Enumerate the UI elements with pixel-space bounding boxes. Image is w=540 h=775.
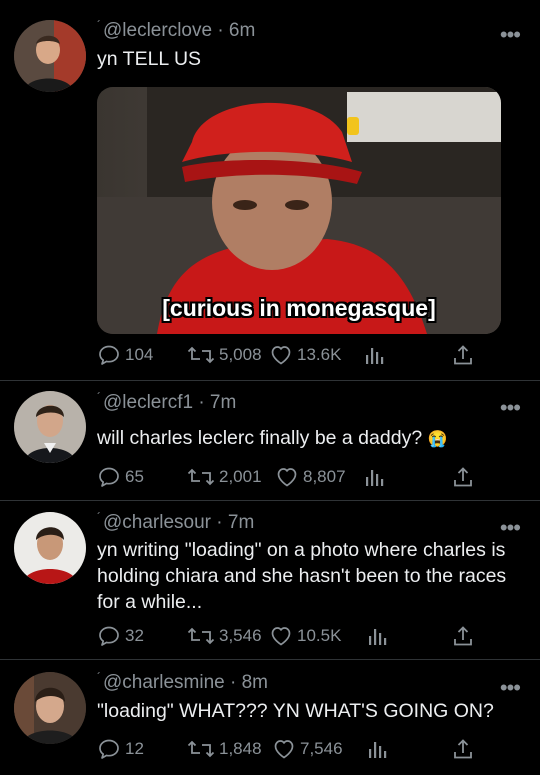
share-icon (451, 465, 475, 489)
tweet-text-content: will charles leclerc finally be a daddy? (97, 427, 423, 449)
analytics-icon (365, 624, 389, 648)
retweet-button[interactable]: 2,001 (187, 465, 262, 489)
share-icon (451, 624, 475, 648)
avatar[interactable] (14, 672, 86, 744)
timestamp[interactable]: · 7m (198, 392, 236, 413)
reply-count: 12 (125, 739, 144, 758)
like-button[interactable]: 7,546 (272, 737, 343, 761)
timestamp[interactable]: · 7m (216, 512, 254, 533)
tweet-text: will charles leclerc finally be a daddy?… (97, 425, 522, 453)
retweet-count: 3,546 (219, 626, 262, 645)
reply-icon (97, 343, 121, 367)
reply-button[interactable]: 104 (97, 343, 153, 367)
more-icon[interactable]: ••• (500, 677, 521, 699)
avatar-image (14, 672, 86, 744)
avatar-image (14, 512, 86, 584)
username[interactable]: @charlesour (103, 512, 211, 533)
analytics-button[interactable] (362, 343, 386, 367)
share-button[interactable] (451, 624, 475, 648)
retweet-icon (187, 737, 215, 761)
like-count: 10.5K (297, 626, 342, 645)
reply-icon (97, 624, 121, 648)
media-caption: [curious in monegasque] (162, 295, 436, 321)
retweet-icon (187, 343, 215, 367)
heart-icon (269, 624, 293, 648)
like-button[interactable]: 8,807 (275, 465, 346, 489)
avatar[interactable] (14, 20, 86, 92)
retweet-count: 1,848 (219, 739, 262, 758)
reply-button[interactable]: 65 (97, 465, 144, 489)
retweet-button[interactable]: 3,546 (187, 624, 262, 648)
tweet-text: yn TELL US (97, 48, 202, 70)
avatar[interactable] (14, 391, 86, 463)
retweet-count: 5,008 (219, 345, 262, 364)
username[interactable]: @leclercf1 (103, 392, 193, 413)
tweet-header: ´ @leclercf1 · 7m (97, 390, 237, 413)
tweet[interactable]: ´ @charlesmine · 8m ••• "loading" WHAT???… (0, 660, 540, 775)
analytics-icon (362, 465, 386, 489)
crying-emoji: 😭 (427, 431, 448, 448)
analytics-icon (365, 737, 389, 761)
share-button[interactable] (451, 737, 475, 761)
avatar-image (14, 391, 86, 463)
heart-icon (272, 737, 296, 761)
tweet-actions: 104 5,008 13.6K (97, 343, 497, 369)
heart-icon (275, 465, 299, 489)
timestamp[interactable]: · 6m (217, 20, 255, 41)
analytics-button[interactable] (362, 465, 386, 489)
username[interactable]: @leclerclove (103, 20, 212, 41)
tweet-actions: 65 2,001 8,807 (97, 465, 497, 491)
analytics-button[interactable] (365, 624, 389, 648)
analytics-button[interactable] (365, 737, 389, 761)
reply-button[interactable]: 12 (97, 737, 144, 761)
tweet[interactable]: ´ @leclercf1 · 7m ••• will charles lecler… (0, 381, 540, 501)
reply-count: 104 (125, 345, 154, 364)
tweet-header: ´ @charlesour · 7m (97, 510, 255, 533)
share-icon (451, 737, 475, 761)
retweet-icon (187, 624, 215, 648)
tweet[interactable]: ´ @charlesour · 7m ••• yn writing "loadin… (0, 501, 540, 660)
more-icon[interactable]: ••• (500, 397, 521, 419)
share-button[interactable] (451, 465, 475, 489)
like-button[interactable]: 10.5K (269, 624, 341, 648)
retweet-button[interactable]: 5,008 (187, 343, 262, 367)
more-icon[interactable]: ••• (500, 517, 521, 539)
like-count: 7,546 (300, 739, 343, 758)
avatar[interactable] (14, 512, 86, 584)
tweet-media[interactable]: [curious in monegasque] (97, 87, 501, 334)
reply-icon (97, 465, 121, 489)
tweet-actions: 12 1,848 7,546 (97, 737, 497, 763)
heart-icon (269, 343, 293, 367)
share-button[interactable] (451, 343, 475, 367)
tweet-text: "loading" WHAT??? YN WHAT'S GOING ON? (97, 700, 494, 722)
like-count: 13.6K (297, 345, 342, 364)
like-count: 8,807 (303, 467, 346, 486)
retweet-count: 2,001 (219, 467, 262, 486)
reply-count: 32 (125, 626, 144, 645)
retweet-button[interactable]: 1,848 (187, 737, 262, 761)
reply-button[interactable]: 32 (97, 624, 144, 648)
avatar-image (14, 20, 86, 92)
tweet-text: yn writing "loading" on a photo where ch… (97, 539, 507, 613)
username[interactable]: @charlesmine (103, 672, 225, 693)
more-icon[interactable]: ••• (500, 24, 521, 46)
tweet[interactable]: ´ @leclerclove · 6m ••• yn TELL US [curio (0, 0, 540, 381)
share-icon (451, 343, 475, 367)
tweet-header: ´ @charlesmine · 8m (97, 670, 268, 693)
reply-icon (97, 737, 121, 761)
analytics-icon (362, 343, 386, 367)
tweet-actions: 32 3,546 10.5K (97, 624, 497, 650)
reply-count: 65 (125, 467, 144, 486)
tweet-header: ´ @leclerclove · 6m (97, 18, 256, 41)
like-button[interactable]: 13.6K (269, 343, 341, 367)
retweet-icon (187, 465, 215, 489)
timestamp[interactable]: · 8m (230, 672, 268, 693)
